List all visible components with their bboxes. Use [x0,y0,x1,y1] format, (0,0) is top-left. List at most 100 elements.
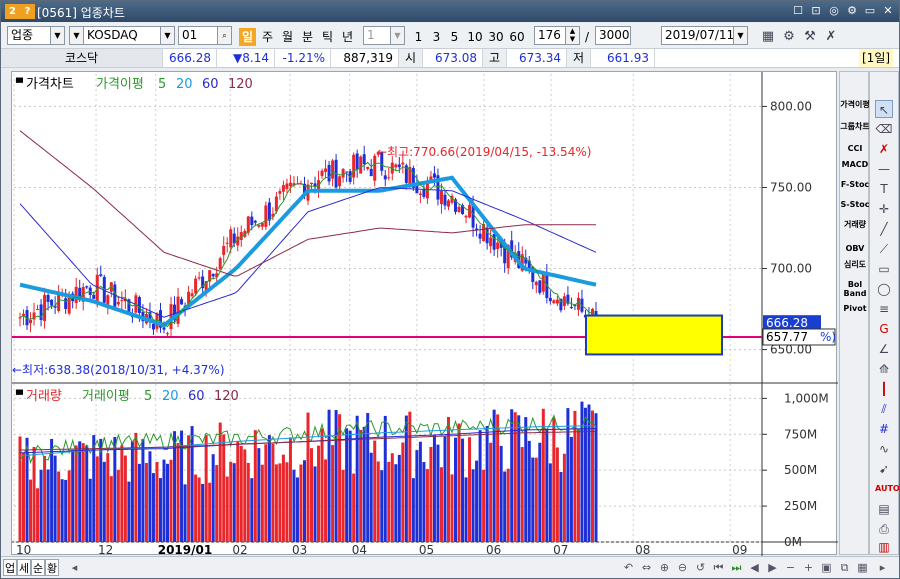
indicator-fstoc[interactable]: F-Stoc [840,180,870,189]
index-code-field[interactable]: 01 ⌕ [178,26,232,45]
tab-status[interactable]: 황 [45,559,59,576]
eraser-icon[interactable]: ⌫ [875,120,893,138]
chevron-down-icon[interactable]: ▼ [733,27,747,44]
indicator-sstoc[interactable]: S-Stoc [840,200,870,209]
indicator-group-chart[interactable]: 그룹차트 [840,122,870,131]
fibo-icon[interactable]: ≡ [875,300,893,318]
chart-icon[interactable]: ▥ [875,538,893,556]
interval-10[interactable]: 10 [465,28,485,46]
zoom-in-icon[interactable]: ⊕ [657,560,672,575]
undo-icon[interactable]: ↶ [621,560,636,575]
chevron-down-icon[interactable]: ▼ [160,27,174,44]
pointer-icon[interactable]: ↖ [875,100,893,118]
pin-icon[interactable]: ☐ [791,4,805,18]
candle-body [218,258,222,270]
delete-icon[interactable]: ✗ [821,27,841,47]
stack-icon[interactable]: ⧉ [837,560,852,575]
chevron-down-icon[interactable]: ▼ [390,27,404,44]
gann-icon[interactable]: G [875,320,893,338]
crosshair-icon[interactable]: ✛ [875,200,893,218]
indicator-macd[interactable]: MACD [840,160,870,169]
horizontal-line-icon[interactable]: — [875,160,893,178]
period-day[interactable]: 일 [239,28,256,46]
text-icon[interactable]: T [875,180,893,198]
plus-icon[interactable]: + [801,560,816,575]
page-icon[interactable]: ▤ [875,500,893,518]
period-tick[interactable]: 틱 [319,28,336,46]
interval-5[interactable]: 5 [447,28,462,46]
zoom-out-icon[interactable]: ⊖ [675,560,690,575]
count-stepper[interactable]: 176 ▲ ▼ [534,26,580,45]
volume-bar [151,473,155,542]
grid-view-icon[interactable]: ▦ [855,560,870,575]
settings-icon[interactable]: ⚙ [779,27,799,47]
help-badge[interactable]: ? [20,4,35,19]
ellipse-icon[interactable]: ◯ [875,280,893,298]
arrow-icon[interactable]: ➹ [875,460,893,478]
badge-2[interactable]: 2 [5,4,20,19]
indicator-psychology[interactable]: 심리도 [840,260,870,269]
period-month[interactable]: 월 [279,28,296,46]
chart-area[interactable]: 800.00 750.00 700.00 650.00 1,000M 750M 500M 25… [11,71,838,557]
minus-icon[interactable]: − [783,560,798,575]
range-field[interactable]: 3000 [595,26,631,45]
index-select[interactable]: ▼ KOSDAQ ▼ [69,26,175,45]
indicator-obv[interactable]: OBV [840,244,870,253]
prev-icon[interactable]: ◀ [747,560,762,575]
volume-bar [137,463,141,542]
scroll-left-icon[interactable]: ◂ [67,560,82,575]
chevron-down-icon[interactable]: ▼ [70,27,84,44]
indicator-bolband[interactable]: Bol Band [840,280,870,298]
layout-icon[interactable]: ▦ [758,27,778,47]
tab-industry[interactable]: 업 [3,559,17,576]
interval-30[interactable]: 30 [486,28,506,46]
save-icon[interactable]: ⊡ [809,4,823,18]
minimize-icon[interactable]: ▭ [863,4,877,18]
speed-icon[interactable]: ⟰ [875,360,893,378]
chart-svg[interactable]: 800.00750.00700.00650.001,000M750M500M25… [12,72,838,557]
fit-icon[interactable]: ⇔ [639,560,654,575]
angle-icon[interactable]: ∠ [875,340,893,358]
reset-icon[interactable]: ↺ [693,560,708,575]
search-icon[interactable]: ⌕ [217,27,231,44]
market-select[interactable]: 업종 ▼ [7,26,65,45]
grid-icon[interactable]: # [875,420,893,438]
date-picker[interactable]: 2019/07/11 ▼ [661,26,748,45]
channel-icon[interactable]: ⫽ [875,400,893,418]
scroll-start-icon[interactable]: ⏮ [711,560,726,575]
line-icon[interactable]: ╱ [875,220,893,238]
volume-bar [513,412,517,542]
link-icon[interactable]: ◎ [827,4,841,18]
settings-icon[interactable]: ⚙ [845,4,859,18]
interval-select[interactable]: 1 ▼ [363,26,405,45]
print-icon[interactable]: ⎙ [875,520,893,538]
period-week[interactable]: 주 [259,28,276,46]
indicator-cci[interactable]: CCI [840,144,870,153]
volume-bar [106,453,110,542]
tab-detail[interactable]: 세 [17,559,31,576]
indicator-volume[interactable]: 거래량 [840,220,870,229]
bars-icon[interactable]: ┃ [875,380,893,398]
scroll-right-icon[interactable]: ▸ [875,560,890,575]
interval-60[interactable]: 60 [507,28,527,46]
period-minute[interactable]: 분 [299,28,316,46]
wave-icon[interactable]: ∿ [875,440,893,458]
rect-icon[interactable]: ▭ [875,260,893,278]
stepper-arrows-icon[interactable]: ▲ ▼ [565,27,579,44]
tab-order[interactable]: 순 [31,559,45,576]
indicator-pivot[interactable]: Pivot [840,304,870,313]
close-icon[interactable]: ✕ [881,4,895,18]
chevron-down-icon[interactable]: ▼ [50,27,64,44]
volume-bar [401,442,405,542]
scroll-end-icon[interactable]: ⏭ [729,560,744,575]
tools-icon[interactable]: ⚒ [800,27,820,47]
period-year[interactable]: 년 [339,28,356,46]
interval-1[interactable]: 1 [411,28,426,46]
ruler-icon[interactable]: ⟋ [875,240,893,258]
interval-3[interactable]: 3 [429,28,444,46]
indicator-price-ma[interactable]: 가격이평 [840,100,870,109]
next-icon[interactable]: ▶ [765,560,780,575]
window-icon[interactable]: ▣ [819,560,834,575]
auto-icon[interactable]: AUTO [875,480,900,498]
delete-all-icon[interactable]: ✗ [875,140,893,158]
